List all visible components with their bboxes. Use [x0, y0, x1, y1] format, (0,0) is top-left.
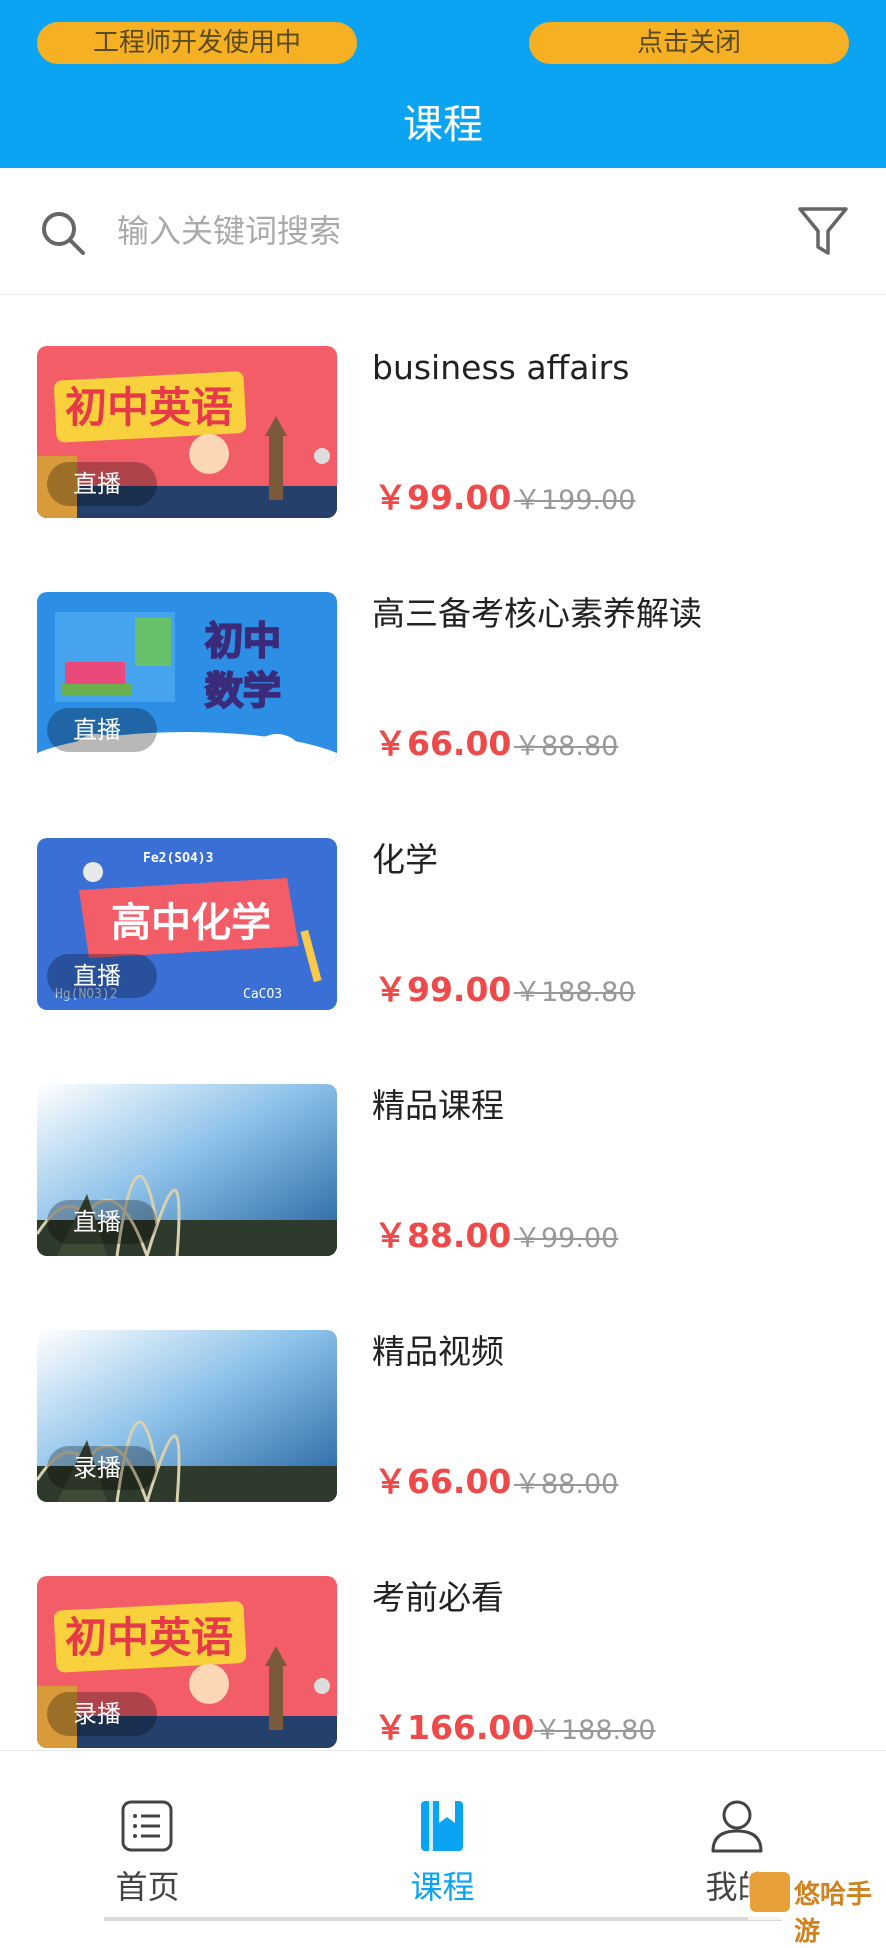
tab-label: 首页	[115, 1868, 180, 1906]
course-original-price: ￥88.80	[514, 731, 619, 762]
course-title: 化学	[372, 840, 438, 879]
course-original-price: ￥88.00	[514, 1469, 619, 1500]
course-title: 精品课程	[372, 1086, 504, 1125]
course-thumbnail: 高中化学 Fe2(SO4)3 Hg(NO3)2 CaCO3 直播	[37, 838, 337, 1010]
tab-label: 课程	[410, 1868, 475, 1906]
recorded-badge: 录播	[47, 1446, 157, 1490]
dev-mode-badge: 工程师开发使用中	[37, 22, 357, 64]
tab-home[interactable]: 首页	[0, 1751, 295, 1921]
formula-text: CaCO3	[243, 987, 282, 1002]
thumb-title: 初中英语	[65, 1613, 233, 1662]
course-original-price: ￥188.80	[514, 977, 636, 1008]
list-item[interactable]: 初中英语 直播 business affairs ￥99.00 ￥199.00	[0, 294, 886, 540]
live-badge: 直播	[47, 1200, 157, 1244]
search-bar	[0, 168, 886, 295]
book-icon	[421, 1801, 463, 1851]
course-thumbnail: 直播	[37, 1084, 337, 1256]
course-price: ￥166.00	[374, 1708, 535, 1747]
tab-courses[interactable]: 课程	[295, 1751, 590, 1921]
thumb-title: 高中化学	[111, 900, 271, 946]
filter-icon[interactable]	[796, 203, 850, 259]
course-thumbnail: 初中 数学 直播	[37, 592, 337, 764]
course-title: business affairs	[372, 348, 630, 387]
course-original-price: ￥188.80	[534, 1715, 656, 1746]
watermark-logo-icon	[750, 1872, 790, 1912]
search-icon[interactable]	[38, 208, 88, 258]
list-item[interactable]: 初中英语 录播 考前必看 ￥166.00 ￥188.80	[0, 1524, 886, 1770]
course-title: 高三备考核心素养解读	[372, 594, 702, 633]
formula-text: Fe2(SO4)3	[143, 851, 213, 866]
list-item[interactable]: 录播 精品视频 ￥66.00 ￥88.00	[0, 1278, 886, 1524]
live-badge: 直播	[47, 954, 157, 998]
list-item[interactable]: 初中 数学 直播 高三备考核心素养解读 ￥66.00 ￥88.80	[0, 540, 886, 786]
list-item[interactable]: 高中化学 Fe2(SO4)3 Hg(NO3)2 CaCO3 直播 化学 ￥99.…	[0, 786, 886, 1032]
course-original-price: ￥99.00	[514, 1223, 619, 1254]
watermark-text: 悠哈手游	[794, 1880, 873, 1947]
thumb-title-line2: 数学	[205, 669, 281, 713]
thumb-title: 初中英语	[65, 383, 233, 432]
course-price: ￥99.00	[374, 478, 512, 517]
user-icon	[711, 1800, 763, 1853]
recorded-badge: 录播	[47, 1692, 157, 1736]
course-thumbnail: 初中英语 直播	[37, 346, 337, 518]
search-input[interactable]	[117, 206, 677, 256]
course-thumbnail: 初中英语 录播	[37, 1576, 337, 1748]
live-badge: 直播	[47, 708, 157, 752]
course-thumbnail: 录播	[37, 1330, 337, 1502]
list-icon	[121, 1800, 173, 1852]
bottom-divider	[104, 1917, 782, 1921]
app-header: 工程师开发使用中 点击关闭 课程	[0, 0, 886, 168]
course-price: ￥66.00	[374, 1462, 512, 1501]
thumb-title-line1: 初中	[205, 619, 281, 663]
live-badge: 直播	[47, 462, 157, 506]
list-item[interactable]: 直播 精品课程 ￥88.00 ￥99.00	[0, 1032, 886, 1278]
page-title: 课程	[403, 102, 483, 148]
course-title: 考前必看	[372, 1578, 504, 1617]
course-original-price: ￥199.00	[514, 485, 636, 516]
course-price: ￥99.00	[374, 970, 512, 1009]
close-dev-button[interactable]: 点击关闭	[529, 22, 849, 64]
course-price: ￥88.00	[374, 1216, 512, 1255]
watermark: 悠哈手游	[748, 1866, 886, 1947]
course-title: 精品视频	[372, 1332, 504, 1371]
course-price: ￥66.00	[374, 724, 512, 763]
